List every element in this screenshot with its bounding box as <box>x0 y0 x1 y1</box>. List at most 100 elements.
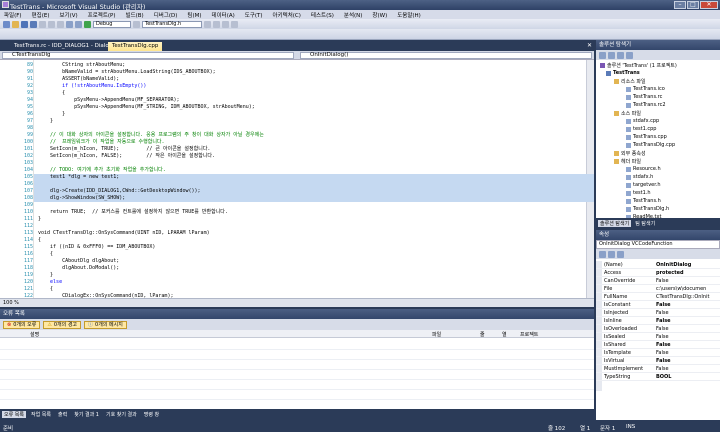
maximize-button[interactable]: □ <box>687 1 699 9</box>
tree-item[interactable]: Resource.h <box>626 166 661 172</box>
property-row[interactable]: CanOverride False <box>596 277 720 285</box>
property-row[interactable]: File c:\users\w\documen <box>596 285 720 293</box>
tree-item[interactable]: TestTrans.ico <box>626 86 665 92</box>
tab-team-explorer[interactable]: 팀 탐색기 <box>633 220 657 227</box>
find-icon[interactable] <box>204 20 211 28</box>
property-value[interactable]: False <box>656 278 669 284</box>
property-value[interactable]: False <box>656 366 669 372</box>
menu-item[interactable]: 빌드(B) <box>126 11 144 19</box>
menu-item[interactable]: 편집(E) <box>32 11 50 19</box>
property-value[interactable]: CTestTransDlg::OnInit <box>656 294 709 300</box>
code-line[interactable]: { <box>38 286 53 293</box>
property-row[interactable]: IsVirtual False <box>596 357 720 365</box>
property-row[interactable]: IsOverloaded False <box>596 325 720 333</box>
messages-filter-button[interactable]: ⓘ 0개의 메시지 <box>84 320 127 329</box>
property-value[interactable]: False <box>656 326 669 332</box>
config-select[interactable]: Debug <box>93 20 131 28</box>
tree-item[interactable]: test1.cpp <box>626 126 656 132</box>
code-line[interactable]: SetIcon(m_hIcon, TRUE); // 큰 아이콘을 설정합니다. <box>38 146 210 153</box>
property-row[interactable]: IsSealed False <box>596 333 720 341</box>
property-row[interactable]: MustImplement False <box>596 365 720 373</box>
code-line[interactable]: test1 *dlg = new test1; <box>38 174 119 181</box>
tab-testtransdlg-cpp[interactable]: TestTransDlg.cpp <box>108 42 163 51</box>
categorized-icon[interactable] <box>599 250 606 258</box>
property-row[interactable]: (Name) OnInitDialog <box>596 261 720 269</box>
close-tab-icon[interactable]: ✕ <box>587 42 592 49</box>
tree-item[interactable]: 솔루션 'TestTrans' (1 프로젝트) <box>600 62 677 69</box>
minimize-button[interactable]: – <box>674 1 686 9</box>
code-editor[interactable]: 89 CString strAboutMenu; 90 bNameValid = … <box>0 60 594 298</box>
class-dropdown[interactable]: CTestTransDlg <box>2 52 294 59</box>
code-line[interactable]: pSysMenu->AppendMenu(MF_STRING, IDM_ABOU… <box>38 104 255 111</box>
code-line[interactable]: CAboutDlg dlgAbout; <box>38 258 119 265</box>
bottom-tab[interactable]: 출력 <box>56 411 69 418</box>
zoom-level[interactable]: 100 % <box>0 300 19 306</box>
tree-item[interactable]: TestTransDlg.cpp <box>626 142 675 148</box>
tree-item[interactable]: TestTrans.rc2 <box>626 102 666 108</box>
copy-icon[interactable] <box>48 20 55 28</box>
bottom-tab[interactable]: 찾기 결과 1 <box>72 411 101 418</box>
column-file[interactable]: 파일 <box>432 331 441 338</box>
bottom-tab[interactable]: 명령 창 <box>142 411 161 418</box>
code-line[interactable]: return TRUE; // 포커스를 컨트롤에 설정하지 않으면 TRUE를… <box>38 209 228 216</box>
property-value[interactable]: False <box>656 350 669 356</box>
code-line[interactable]: pSysMenu->AppendMenu(MF_SEPARATOR); <box>38 97 179 104</box>
tree-item[interactable]: TestTrans.rc <box>626 94 662 100</box>
properties-icon[interactable] <box>222 20 229 28</box>
code-line[interactable]: { <box>38 90 65 97</box>
view-class-diagram-icon[interactable] <box>626 51 633 59</box>
code-line[interactable]: CString strAboutMenu; <box>38 62 125 69</box>
properties-object-select[interactable]: OnInitDialog VCCodeFunction <box>596 240 720 249</box>
code-line[interactable]: bNameValid = strAboutMenu.LoadString(IDS… <box>38 69 216 76</box>
code-line[interactable]: SetIcon(m_hIcon, FALSE); // 작은 아이콘을 설정합니… <box>38 153 215 160</box>
property-value[interactable]: OnInitDialog <box>656 262 691 268</box>
property-value[interactable]: c:\users\w\documen <box>656 286 706 292</box>
save-icon[interactable] <box>21 20 28 28</box>
tree-item[interactable]: targetver.h <box>626 182 661 188</box>
close-button[interactable]: ✕ <box>700 1 718 9</box>
tree-item[interactable]: 리소스 파일 <box>614 78 646 85</box>
tab-solution-explorer[interactable]: 솔루션 탐색기 <box>598 219 632 227</box>
bottom-tab[interactable]: 작업 목록 <box>29 411 53 418</box>
start-debug-icon[interactable] <box>84 20 91 28</box>
menu-item[interactable]: 파일(F) <box>4 11 22 19</box>
property-row[interactable]: IsTemplate False <box>596 349 720 357</box>
code-line[interactable]: } <box>38 111 65 118</box>
solution-explorer-icon[interactable] <box>213 20 220 28</box>
menu-item[interactable]: 프로젝트(P) <box>88 11 116 19</box>
tree-item[interactable]: TestTrans.cpp <box>626 134 667 140</box>
code-line[interactable]: // 프레임워크가 이 작업을 자동으로 수행합니다. <box>38 139 165 146</box>
menu-item[interactable]: 도구(T) <box>245 11 263 19</box>
code-line[interactable]: dlg->ShowWindow(SW_SHOW); <box>38 195 125 202</box>
code-line[interactable]: // 이 대화 상자의 아이콘을 설정합니다. 응용 프로그램의 주 창이 대화… <box>38 132 264 139</box>
toolbox-icon[interactable] <box>231 20 238 28</box>
code-line[interactable]: { <box>38 251 53 258</box>
alphabetical-icon[interactable] <box>608 250 615 258</box>
tab-rc-dialog[interactable]: TestTrans.rc - IDD_DIALOG1 - Dialog <box>10 42 116 51</box>
code-line[interactable]: void CTestTransDlg::OnSysCommand(UINT nI… <box>38 230 210 237</box>
code-line[interactable]: ASSERT(bNameValid); <box>38 76 119 83</box>
save-all-icon[interactable] <box>30 20 37 28</box>
column-column[interactable]: 열 <box>502 331 507 338</box>
code-line[interactable]: // TODO: 여기에 추가 초기화 작업을 추가합니다. <box>38 167 166 174</box>
menu-item[interactable]: 디버그(D) <box>154 11 178 19</box>
errors-filter-button[interactable]: ⊗ 0개의 오류 <box>3 320 41 329</box>
tree-item[interactable]: 소스 파일 <box>614 110 641 117</box>
cut-icon[interactable] <box>39 20 46 28</box>
bottom-tab[interactable]: 기호 찾기 결과 <box>104 411 139 418</box>
menu-item[interactable]: 데이터(A) <box>212 11 235 19</box>
find-combo[interactable]: TestTransDlg.h <box>142 20 202 28</box>
platform-icon[interactable] <box>133 20 140 28</box>
open-folder-icon[interactable] <box>12 20 19 28</box>
tree-item[interactable]: 헤더 파일 <box>614 158 641 165</box>
column-description[interactable]: 설명 <box>30 331 39 338</box>
properties-btn-icon[interactable] <box>599 51 606 59</box>
member-dropdown[interactable]: OnInitDialog() <box>300 52 592 59</box>
property-row[interactable]: Access protected <box>596 269 720 277</box>
menu-item[interactable]: 보기(V) <box>59 11 77 19</box>
column-line[interactable]: 줄 <box>480 331 485 338</box>
code-line[interactable]: dlgAbout.DoModal(); <box>38 265 119 272</box>
warnings-filter-button[interactable]: ⚠ 0개의 경고 <box>43 320 82 329</box>
property-value[interactable]: False <box>656 302 671 308</box>
code-line[interactable]: } <box>38 118 53 125</box>
